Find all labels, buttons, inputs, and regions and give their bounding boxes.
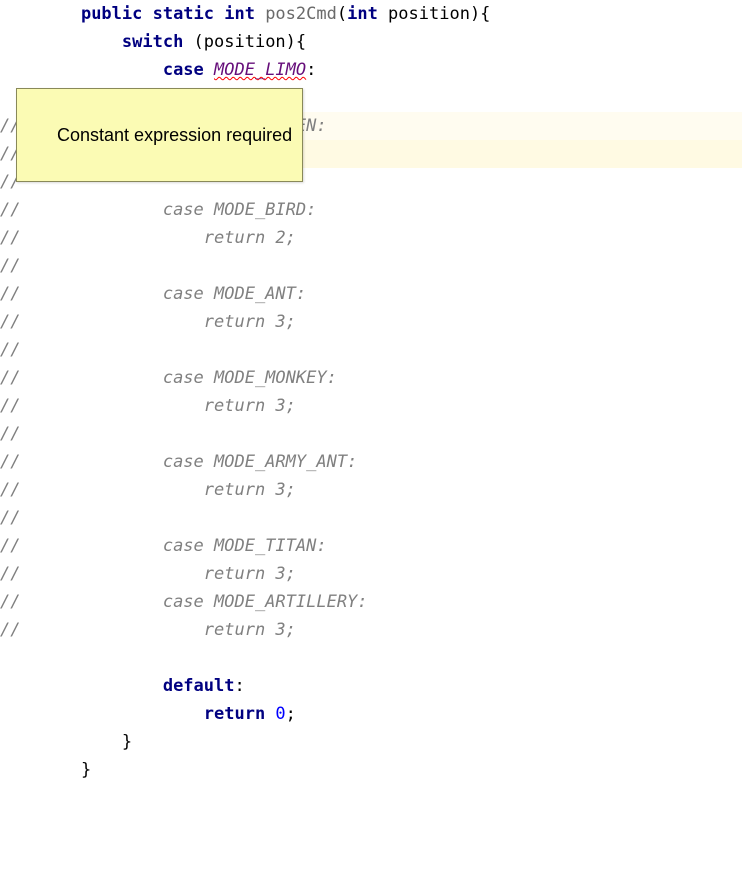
comment-marker: // — [0, 616, 20, 644]
keyword: case — [163, 60, 214, 80]
semicolon: ; — [286, 704, 296, 724]
code-line[interactable]: // — [40, 420, 742, 448]
code-line[interactable]: // — [40, 336, 742, 364]
code-line[interactable] — [40, 644, 742, 672]
brace: } — [81, 760, 91, 780]
code-line[interactable]: // case MODE_ANT: — [40, 280, 742, 308]
comment-marker: // — [0, 196, 20, 224]
comment-marker: // — [0, 224, 20, 252]
error-tooltip: Constant expression required — [16, 88, 303, 182]
comment-marker: // — [0, 280, 20, 308]
comment-marker: // — [0, 532, 20, 560]
code-line[interactable]: // return 3; — [40, 560, 742, 588]
comment-marker: // — [0, 588, 20, 616]
code-line[interactable]: switch (position){ — [40, 28, 742, 56]
keyword: public static int — [81, 4, 265, 24]
commented-code: case MODE_MONKEY: — [163, 368, 337, 388]
code-line[interactable]: } — [40, 728, 742, 756]
comment-marker: // — [0, 336, 20, 364]
comment-marker: // — [0, 252, 20, 280]
code-line[interactable]: // — [40, 252, 742, 280]
code-line[interactable]: // — [40, 504, 742, 532]
paren: ( — [337, 4, 347, 24]
comment-marker: // — [0, 504, 20, 532]
commented-code: case MODE_TITAN: — [163, 536, 327, 556]
code-line[interactable]: // case MODE_TITAN: — [40, 532, 742, 560]
number-literal: 0 — [275, 704, 285, 724]
code-line[interactable]: // case MODE_ARTILLERY: — [40, 588, 742, 616]
code-line[interactable]: // return 3; — [40, 616, 742, 644]
keyword: return — [204, 704, 276, 724]
comment-marker: // — [0, 420, 20, 448]
code-line[interactable]: // return 2; — [40, 224, 742, 252]
commented-code: return 3; — [204, 620, 296, 640]
code-line[interactable]: // return 3; — [40, 476, 742, 504]
commented-code: return 3; — [204, 480, 296, 500]
commented-code: case MODE_ARMY_ANT: — [163, 452, 357, 472]
code-line[interactable]: Constant expression required — [40, 84, 742, 112]
keyword: switch — [122, 32, 194, 52]
method-name: pos2Cmd — [265, 4, 337, 24]
code-line[interactable]: // case MODE_MONKEY: — [40, 364, 742, 392]
comment-marker: // — [0, 476, 20, 504]
paren: ){ — [470, 4, 490, 24]
code-line[interactable]: default: — [40, 672, 742, 700]
colon: : — [234, 676, 244, 696]
keyword: default — [163, 676, 235, 696]
code-line[interactable]: // case MODE_ARMY_ANT: — [40, 448, 742, 476]
code-editor[interactable]: public static int pos2Cmd(int position){… — [0, 0, 742, 784]
commented-code: return 3; — [204, 564, 296, 584]
colon: : — [306, 60, 316, 80]
code-line[interactable]: // return 3; — [40, 392, 742, 420]
comment-marker: // — [0, 308, 20, 336]
code-line[interactable]: } — [40, 756, 742, 784]
constant-error: MODE_LIMO — [214, 60, 306, 80]
code-line[interactable]: // case MODE_BIRD: — [40, 196, 742, 224]
code-text: (position){ — [194, 32, 307, 52]
parameter: position — [388, 4, 470, 24]
code-line[interactable]: case MODE_LIMO: — [40, 56, 742, 84]
brace: } — [122, 732, 132, 752]
commented-code: return 3; — [204, 312, 296, 332]
code-line[interactable]: return 0; — [40, 700, 742, 728]
comment-marker: // — [0, 364, 20, 392]
commented-code: return 3; — [204, 396, 296, 416]
tooltip-text: Constant expression required — [57, 125, 292, 145]
comment-marker: // — [0, 392, 20, 420]
commented-code: case MODE_BIRD: — [163, 200, 317, 220]
code-line[interactable]: public static int pos2Cmd(int position){ — [40, 0, 742, 28]
commented-code: case MODE_ANT: — [163, 284, 306, 304]
commented-code: return 2; — [204, 228, 296, 248]
comment-marker: // — [0, 560, 20, 588]
comment-marker: // — [0, 448, 20, 476]
keyword: int — [347, 4, 388, 24]
code-line[interactable]: // return 3; — [40, 308, 742, 336]
commented-code: case MODE_ARTILLERY: — [163, 592, 368, 612]
